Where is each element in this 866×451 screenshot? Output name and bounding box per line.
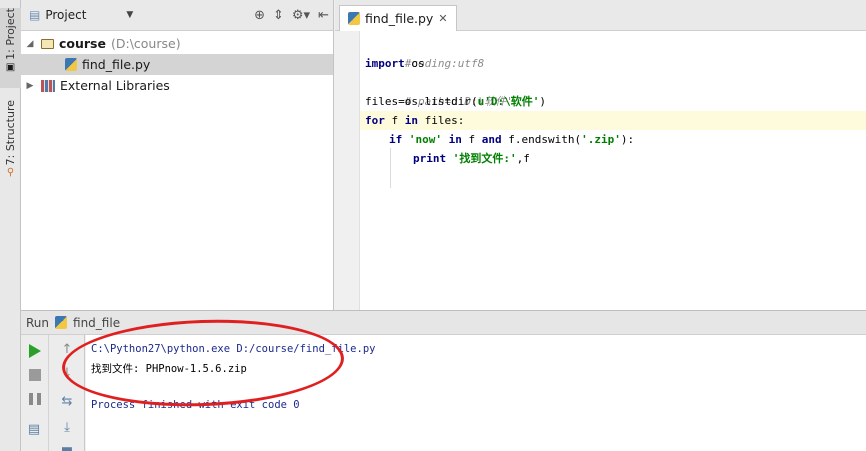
tree-item-course[interactable]: ◢ course (D:\course) xyxy=(21,33,333,54)
code-keyword: if xyxy=(389,133,403,146)
collapse-all-icon[interactable]: ⇕ xyxy=(273,8,284,23)
stop-icon[interactable] xyxy=(29,369,41,381)
python-file-icon xyxy=(65,58,77,71)
code-keyword: print xyxy=(413,152,447,165)
tree-item-course-path: (D:\course) xyxy=(110,36,181,51)
project-view-selector[interactable]: ▤ Project ▼ xyxy=(29,8,133,22)
indent-guide xyxy=(390,148,391,188)
code-text: f xyxy=(461,133,482,146)
code-text: f xyxy=(384,114,405,127)
close-icon[interactable]: ✕ xyxy=(438,12,447,25)
gear-icon[interactable]: ⚙▾ xyxy=(292,8,310,23)
tree-item-external-libraries[interactable]: ▶ External Libraries xyxy=(21,75,333,96)
run-config-name: find_file xyxy=(73,315,121,330)
project-tree: ◢ course (D:\course) find_file.py ▶ Exte… xyxy=(21,31,333,96)
tab-find-file-label: find_file.py xyxy=(365,11,434,26)
code-string: 'now' xyxy=(402,133,442,146)
code-line-1: #coding:utf8 xyxy=(365,35,484,70)
tab-structure[interactable]: 7: Structure ⚲ xyxy=(0,100,21,182)
tree-item-find-file[interactable]: find_file.py xyxy=(21,54,333,75)
code-text: ,f xyxy=(516,152,530,165)
code-line-3: # path=u'D:\软件' xyxy=(365,73,513,108)
project-view-icon: ▤ xyxy=(29,8,41,22)
down-arrow-icon[interactable]: ↓ xyxy=(59,367,75,381)
code-keyword: for xyxy=(365,114,385,127)
code-text: ) xyxy=(539,95,546,108)
tab-project-label: 1: Project xyxy=(4,8,17,60)
console-output-line: 找到文件: PHPnow-1.5.6.zip xyxy=(91,363,247,375)
code-line-4: files=os.listdir(u'D:\软件') xyxy=(365,92,546,111)
project-header-actions: ⊕ ⇕ ⚙▾ ⇤ xyxy=(254,8,329,23)
code-text: f.endswith( xyxy=(501,133,582,146)
console-exit-line: Process finished with exit code 0 xyxy=(91,399,300,411)
pause-icon[interactable] xyxy=(29,393,41,405)
tree-item-find-file-label: find_file.py xyxy=(82,57,151,72)
code-line-5: for f in files: xyxy=(365,111,464,130)
python-file-icon xyxy=(348,12,360,25)
code-string: '找到文件:' xyxy=(446,152,517,165)
collapse-arrow-icon[interactable]: ▶ xyxy=(23,81,37,91)
project-panel-header: ▤ Project ▼ ⊕ ⇕ ⚙▾ ⇤ xyxy=(21,0,333,31)
chevron-down-icon: ▼ xyxy=(126,10,134,20)
tab-project[interactable]: 1: Project ▣ xyxy=(0,8,21,88)
library-icon xyxy=(41,79,55,92)
code-text: files xyxy=(365,95,399,108)
code-text: files xyxy=(418,114,458,127)
console-command-line: C:\Python27\python.exe D:/course/find_fi… xyxy=(91,343,376,355)
code-keyword: import xyxy=(365,57,405,70)
code-text: : xyxy=(457,114,465,127)
editor-gutter xyxy=(335,31,360,310)
expand-arrow-icon[interactable]: ◢ xyxy=(23,39,37,49)
tree-item-course-label: course xyxy=(59,36,106,51)
project-view-label: Project xyxy=(45,8,87,22)
project-icon: ▣ xyxy=(5,61,16,73)
print-icon[interactable]: ▬ xyxy=(59,443,75,451)
code-string: '.zip' xyxy=(581,133,621,146)
run-toolbar-secondary: ↑ ↓ ⇆ ⤓ ▬ xyxy=(49,335,85,451)
code-keyword: in xyxy=(404,114,418,127)
tab-structure-label: 7: Structure xyxy=(4,100,17,166)
locate-icon[interactable]: ⊕ xyxy=(254,8,265,23)
project-panel: ▤ Project ▼ ⊕ ⇕ ⚙▾ ⇤ ◢ course (D:\course… xyxy=(21,0,334,310)
rerun-play-icon[interactable] xyxy=(29,344,41,358)
tree-item-external-label: External Libraries xyxy=(60,78,170,93)
code-string: u'D:\软件' xyxy=(477,95,540,108)
code-line-6: if 'now' in f and f.endswith('.zip'): xyxy=(389,130,634,149)
code-keyword: in xyxy=(442,133,462,146)
python-file-icon xyxy=(55,316,68,329)
run-console[interactable]: C:\Python27\python.exe D:/course/find_fi… xyxy=(86,335,866,451)
tab-find-file[interactable]: find_file.py ✕ xyxy=(339,5,457,31)
editor-tab-bar: find_file.py ✕ xyxy=(335,0,866,31)
hide-panel-icon[interactable]: ⇤ xyxy=(318,8,329,23)
code-line-7: print '找到文件:',f xyxy=(413,149,530,168)
pycharm-window: 1: Project ▣ 7: Structure ⚲ ▤ Project ▼ … xyxy=(0,0,866,451)
soft-wrap-icon[interactable]: ⇆ xyxy=(59,395,75,409)
code-text: os xyxy=(404,57,425,70)
layout-icon[interactable]: ▤ xyxy=(26,423,42,437)
run-label: Run xyxy=(26,315,50,330)
code-editor[interactable]: #coding:utf8 import os # path=u'D:\软件' f… xyxy=(360,31,866,310)
scroll-to-end-icon[interactable]: ⤓ xyxy=(59,421,75,435)
left-tool-strip: 1: Project ▣ 7: Structure ⚲ xyxy=(0,0,21,451)
up-arrow-icon[interactable]: ↑ xyxy=(59,343,75,357)
code-text: =os.listdir( xyxy=(398,95,478,108)
run-toolbar-primary: ▤ xyxy=(21,335,49,451)
code-line-2: import os xyxy=(365,54,425,73)
code-text: ): xyxy=(620,133,635,146)
folder-icon xyxy=(41,38,54,49)
code-keyword: and xyxy=(481,133,502,146)
structure-icon: ⚲ xyxy=(6,167,15,179)
run-panel-header: Run find_file xyxy=(21,310,866,335)
